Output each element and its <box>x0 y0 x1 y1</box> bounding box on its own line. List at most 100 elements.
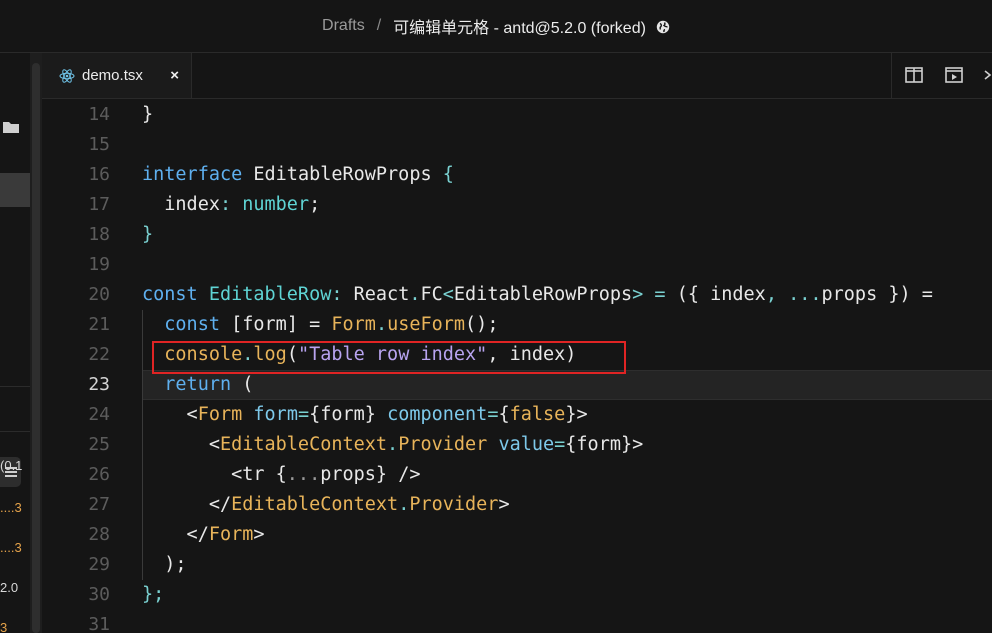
code-token: . <box>387 434 399 455</box>
close-icon[interactable]: × <box>170 67 179 84</box>
code-token: value <box>498 434 555 455</box>
current-line-highlight <box>142 370 992 400</box>
sidebar-scrollbar[interactable] <box>30 53 42 633</box>
globe-icon[interactable] <box>656 20 670 34</box>
code-token: , <box>765 284 789 305</box>
code-line[interactable]: </EditableContext.Provider> <box>142 490 510 520</box>
code-token: . <box>398 494 410 515</box>
code-token: < <box>142 404 198 425</box>
code-line[interactable]: <EditableContext.Provider value={form}> <box>142 430 643 460</box>
code-token: EditableRowProps <box>453 284 633 305</box>
folder-icon[interactable] <box>2 120 20 134</box>
tab-label: demo.tsx <box>82 67 143 84</box>
code-token: ); <box>142 554 187 575</box>
code-line[interactable]: interface EditableRowProps { <box>142 160 454 190</box>
code-token: > <box>498 494 510 515</box>
code-token: = <box>297 404 310 425</box>
code-token: FC <box>420 284 443 305</box>
code-line[interactable]: </Form> <box>142 520 265 550</box>
code-line[interactable]: const [form] = Form.useForm(); <box>142 310 498 340</box>
line-number: 27 <box>88 494 110 515</box>
line-number: 15 <box>88 134 110 155</box>
code-token: { <box>442 164 454 185</box>
code-token: EditableRowProps <box>253 164 443 185</box>
breadcrumb-drafts[interactable]: Drafts <box>322 17 365 35</box>
code-token: } <box>142 104 154 125</box>
sandbox-editor-window: Drafts / 可编辑单元格 - antd@5.2.0 (forked) 0.… <box>0 0 992 633</box>
code-token: useForm <box>387 314 466 335</box>
title-bar: Drafts / 可编辑单元格 - antd@5.2.0 (forked) <box>0 0 992 53</box>
code-token: > <box>253 524 265 545</box>
code-token: interface <box>142 164 254 185</box>
code-token: Form <box>197 404 254 425</box>
code-token: ] = <box>286 314 332 335</box>
code-token: ({ <box>676 284 711 305</box>
code-token: }> <box>565 404 588 425</box>
dependency-item[interactable]: 0.1) <box>0 458 30 473</box>
code-line[interactable]: } <box>142 100 153 130</box>
code-token: [ <box>231 314 243 335</box>
code-editor[interactable]: 14 15 16 17 18 19 20 21 22 23 24 25 26 27 28 29 30 31 } in… <box>42 99 992 633</box>
code-token: : <box>219 194 243 215</box>
code-token: EditableContext <box>231 494 399 515</box>
line-number: 21 <box>88 314 110 335</box>
sandbox-title[interactable]: 可编辑单元格 - antd@5.2.0 (forked) <box>393 14 646 38</box>
tab-demo-tsx[interactable]: demo.tsx × <box>42 53 192 98</box>
sidebar-divider <box>0 386 30 387</box>
code-token: Provider <box>398 434 499 455</box>
code-line[interactable]: index: number; <box>142 190 320 220</box>
line-number: 17 <box>88 194 110 215</box>
code-token: number <box>242 194 310 215</box>
code-token: < <box>442 284 454 305</box>
editor-actions <box>891 53 992 98</box>
code-token: form <box>253 404 298 425</box>
code-line[interactable]: <tr {...props} /> <box>142 460 420 490</box>
code-token: }; <box>142 584 165 605</box>
breadcrumb-separator: / <box>376 17 382 34</box>
line-number: 24 <box>88 404 110 425</box>
line-number: 31 <box>88 614 110 633</box>
line-number: 20 <box>88 284 110 305</box>
dependency-item[interactable]: 3.... <box>0 500 30 515</box>
line-number: 16 <box>88 164 110 185</box>
annotation-highlight-box <box>152 341 626 374</box>
code-token: : <box>331 284 354 305</box>
code-line[interactable]: ); <box>142 550 187 580</box>
code-line[interactable]: <Form form={form} component={false}> <box>142 400 588 430</box>
code-line[interactable]: }; <box>142 580 164 610</box>
code-token: < <box>142 434 220 455</box>
code-token: ... <box>788 284 822 305</box>
code-token: React <box>353 284 410 305</box>
code-token: component <box>387 404 488 425</box>
code-token: > = <box>632 284 677 305</box>
code-token: index <box>710 284 766 305</box>
line-number: 26 <box>88 464 110 485</box>
code-token: index <box>142 194 220 215</box>
scrollbar-thumb[interactable] <box>32 63 40 633</box>
code-token: false <box>509 404 566 425</box>
code-token: ... <box>286 464 321 485</box>
dependency-item[interactable]: 2.0 <box>0 580 30 595</box>
line-number-gutter: 14 15 16 17 18 19 20 21 22 23 24 25 26 27 28 29 30 31 <box>42 99 112 633</box>
code-token: . <box>375 314 388 335</box>
editor-tab-bar: demo.tsx × <box>42 53 992 99</box>
line-number: 28 <box>88 524 110 545</box>
line-number: 25 <box>88 434 110 455</box>
line-number: 30 <box>88 584 110 605</box>
code-token: Form <box>331 314 376 335</box>
dependency-item[interactable]: 3 <box>0 620 30 633</box>
sidebar-active-file[interactable] <box>0 173 30 207</box>
code-token: EditableRow <box>208 284 332 305</box>
more-icon[interactable] <box>984 67 992 83</box>
preview-icon[interactable] <box>945 67 963 83</box>
line-number: 14 <box>88 104 110 125</box>
code-token: } <box>142 224 154 245</box>
code-token: return <box>142 374 243 395</box>
code-line[interactable]: } <box>142 220 153 250</box>
code-token: EditableContext <box>219 434 388 455</box>
dependency-item[interactable]: 3.... <box>0 540 30 555</box>
code-token: . <box>409 284 421 305</box>
split-view-icon[interactable] <box>905 67 923 83</box>
code-line[interactable]: return ( <box>142 370 253 400</box>
code-line[interactable]: const EditableRow: React.FC<EditableRowP… <box>142 280 933 310</box>
